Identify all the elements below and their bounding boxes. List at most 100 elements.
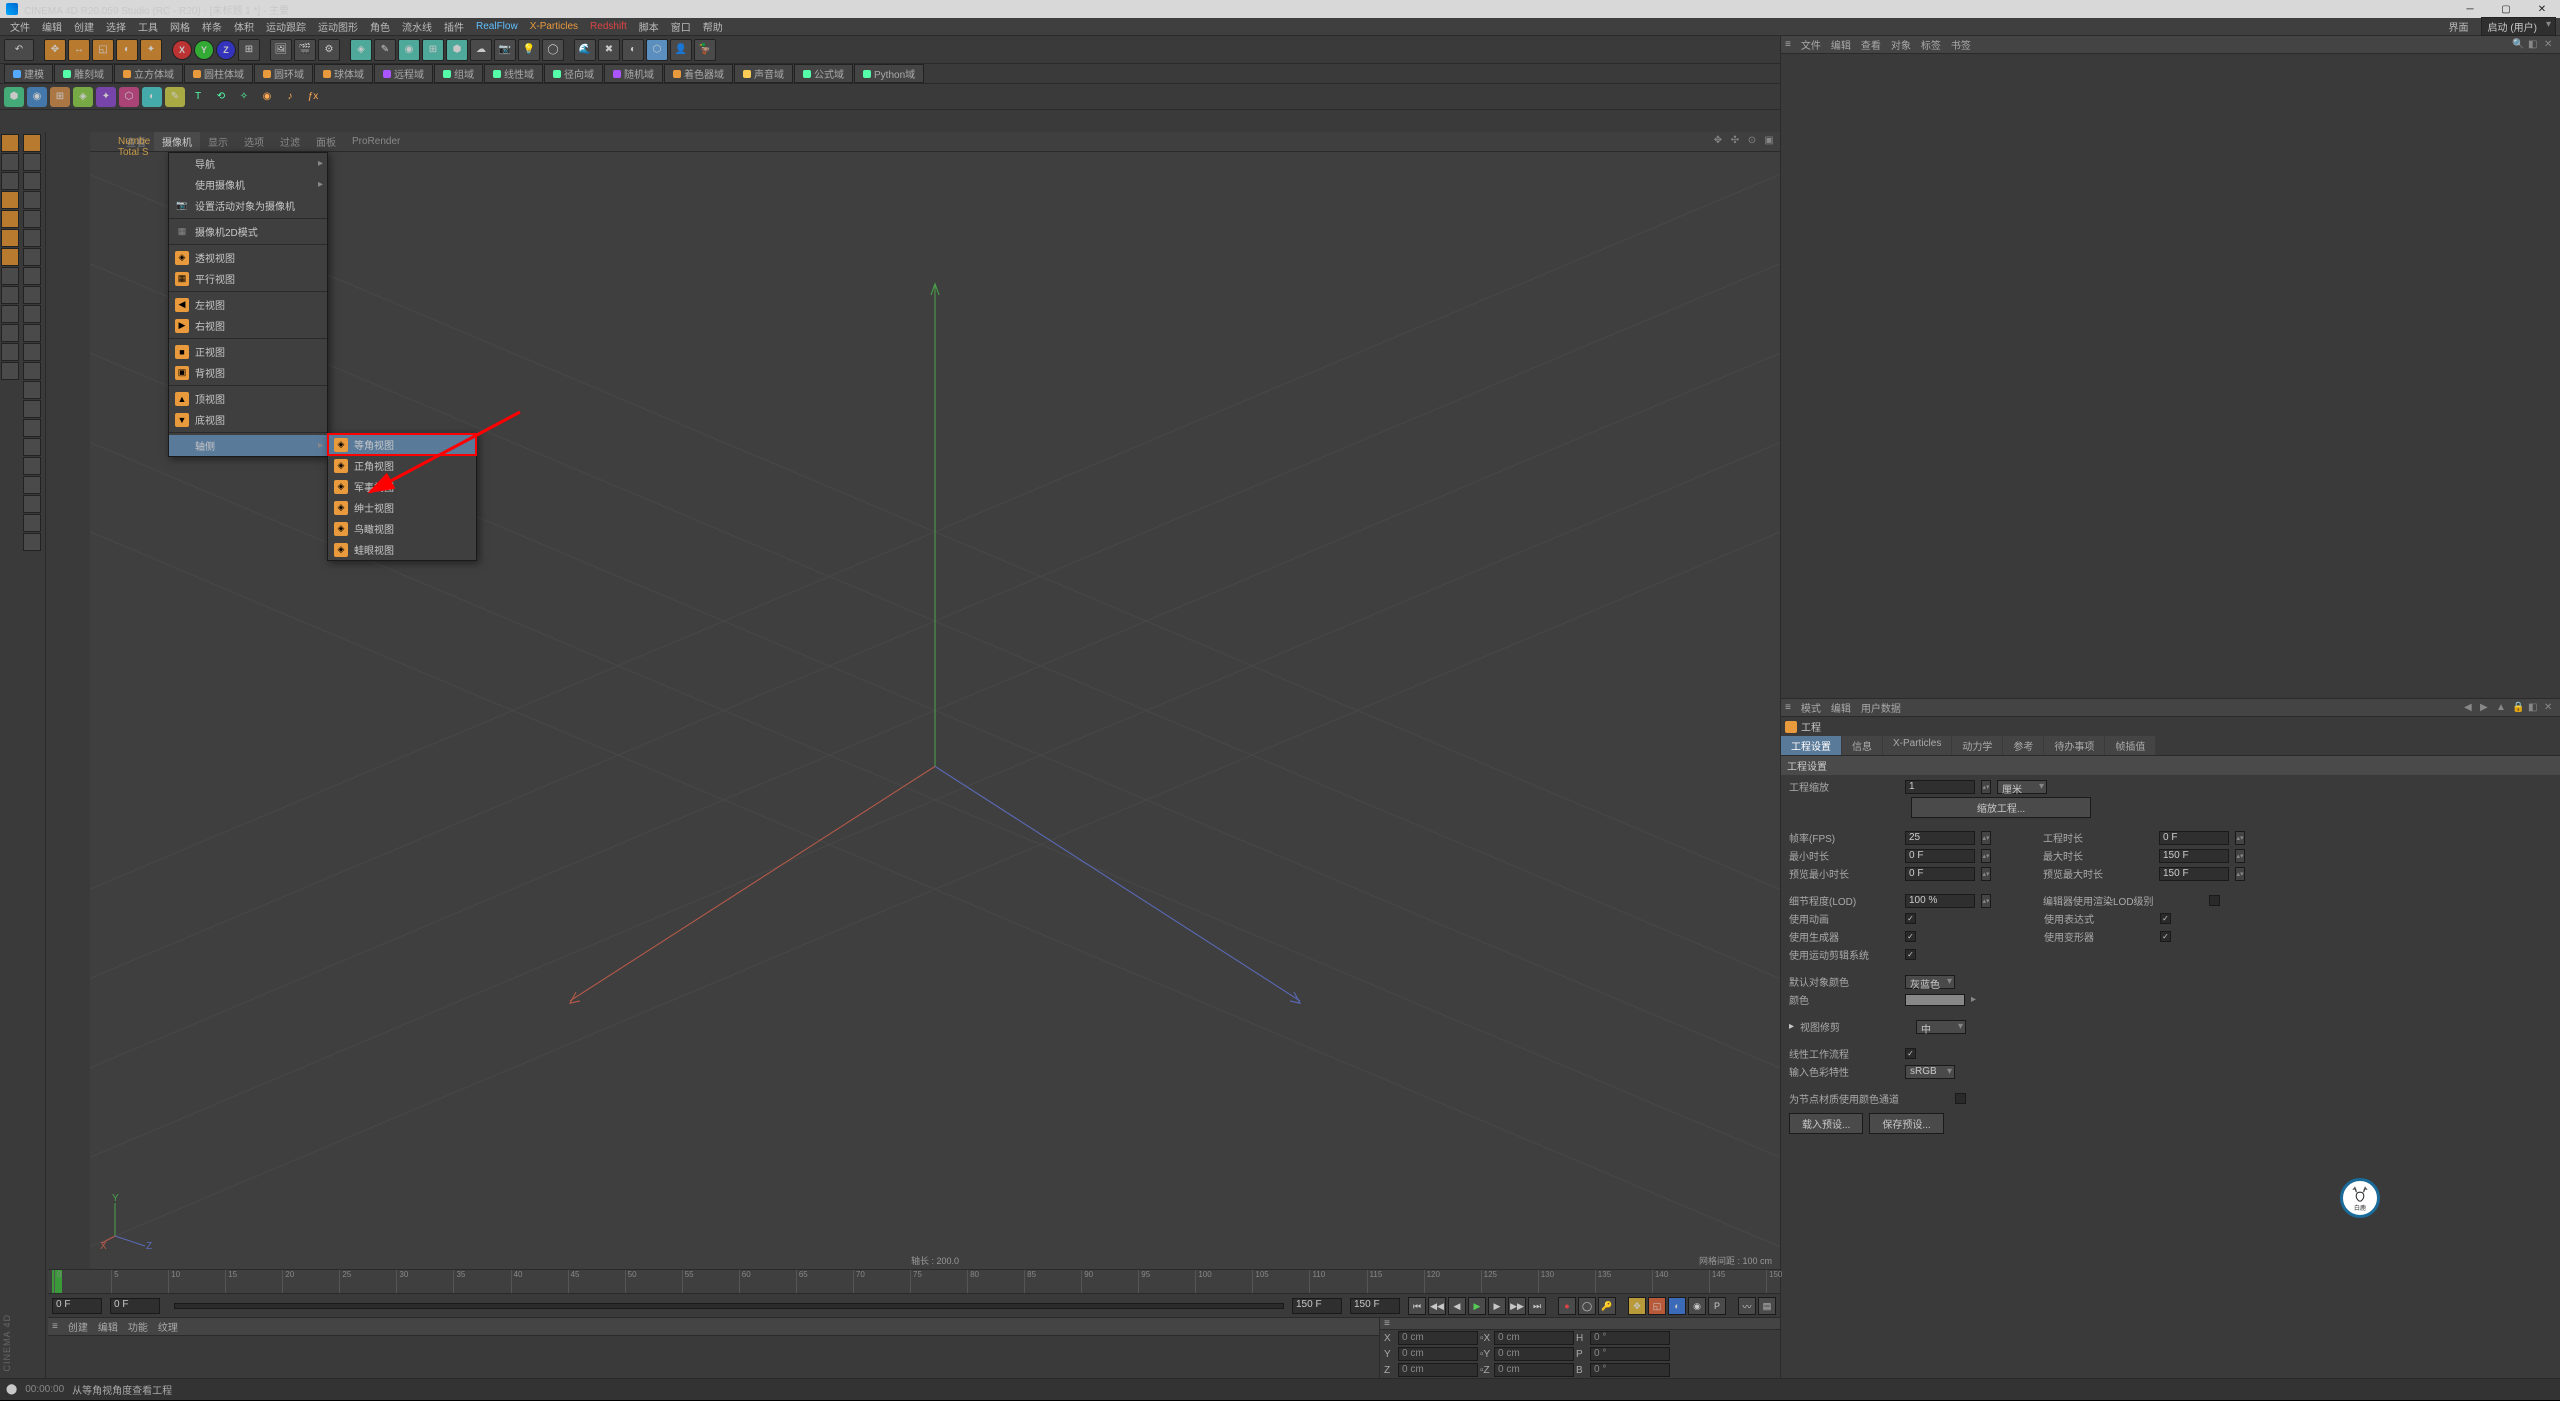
attr-unit-dd[interactable]: 厘米 xyxy=(1997,780,2047,794)
tl-prev-frame[interactable]: ◀ xyxy=(1448,1297,1466,1315)
shelf-icon[interactable]: ⬢ xyxy=(4,87,24,107)
poly-mode[interactable] xyxy=(1,229,19,247)
attr-close-icon[interactable]: ✕ xyxy=(2544,702,2556,714)
shelf-tab[interactable]: 圆环域 xyxy=(254,64,313,83)
camera-menu-axon[interactable]: 轴侧▸ ◈等角视图 ◈正角视图 ◈军事视图 ◈绅士视图 ◈鸟瞰视图 ◈蛙眼视图 xyxy=(169,435,327,456)
shelf-tab[interactable]: 线性域 xyxy=(484,64,543,83)
coord-z-size[interactable]: 0 cm xyxy=(1494,1363,1574,1377)
undo-button[interactable]: ↶ xyxy=(4,39,34,61)
tool-side-18[interactable] xyxy=(23,457,41,475)
tl-rot-key[interactable]: ◐ xyxy=(1668,1297,1686,1315)
camera-menu-bottom[interactable]: ▼底视图 xyxy=(169,409,327,430)
shelf-icon[interactable]: ♪ xyxy=(280,87,300,107)
render-settings[interactable]: ⚙ xyxy=(318,39,340,61)
spin-icon[interactable]: ▴▾ xyxy=(2235,831,2245,845)
attr-check-node[interactable] xyxy=(1955,1093,1966,1104)
tl-scale-key[interactable]: ◱ xyxy=(1648,1297,1666,1315)
shelf-tab[interactable]: Python域 xyxy=(854,64,924,83)
spin-icon[interactable]: ▴▾ xyxy=(1981,894,1991,908)
shelf-icon[interactable]: ⟲ xyxy=(211,87,231,107)
attr-tab[interactable]: 待办事项 xyxy=(2044,736,2104,755)
attr-check-expr[interactable]: ✓ xyxy=(2160,913,2171,924)
menu-选择[interactable]: 选择 xyxy=(100,17,132,36)
mat-menu[interactable]: 功能 xyxy=(128,1319,148,1334)
tool-side-17[interactable] xyxy=(23,438,41,456)
add-array[interactable]: ⊞ xyxy=(422,39,444,61)
menu-运动跟踪[interactable]: 运动跟踪 xyxy=(260,17,312,36)
tool-2[interactable] xyxy=(1,286,19,304)
tl-end2-field[interactable]: 150 F xyxy=(1350,1298,1400,1314)
unknown-icon[interactable]: 🦆 xyxy=(694,39,716,61)
shelf-icon[interactable]: ✦ xyxy=(96,87,116,107)
model-mode[interactable] xyxy=(1,134,19,152)
tool-side-21[interactable] xyxy=(23,514,41,532)
camera-menu-2dmode[interactable]: ▦摄像机2D模式 xyxy=(169,221,327,242)
shelf-icon[interactable]: ⬡ xyxy=(119,87,139,107)
add-subdivision[interactable]: ◉ xyxy=(398,39,420,61)
shelf-tab[interactable]: 公式域 xyxy=(794,64,853,83)
menu-窗口[interactable]: 窗口 xyxy=(665,17,697,36)
tl-fcurve[interactable]: 〰 xyxy=(1738,1297,1756,1315)
tool-1[interactable] xyxy=(1,267,19,285)
tool-side-14[interactable] xyxy=(23,381,41,399)
coord-system[interactable]: ⊞ xyxy=(238,39,260,61)
attr-tab[interactable]: 信息 xyxy=(1842,736,1882,755)
tl-goto-start[interactable]: ⏮ xyxy=(1408,1297,1426,1315)
shelf-icon[interactable]: ⊞ xyxy=(50,87,70,107)
load-preset-button[interactable]: 载入预设... xyxy=(1789,1113,1863,1134)
tl-range-slider[interactable] xyxy=(174,1303,1284,1309)
workplane-toggle[interactable] xyxy=(1,324,19,342)
search-icon[interactable]: 🔍 xyxy=(2512,39,2524,51)
viewport-perspective[interactable]: Y Z X 轴长 : 200.0 网格间距 : 100 cm xyxy=(90,152,1780,1269)
menu-Redshift[interactable]: Redshift xyxy=(584,19,633,34)
color-swatch[interactable] xyxy=(1905,994,1965,1006)
attr-dd-defcol[interactable]: 灰蓝色 xyxy=(1905,975,1955,989)
vp-menu-panel[interactable]: 面板 xyxy=(308,132,344,151)
cv-icon[interactable]: 👤 xyxy=(670,39,692,61)
attr-check-lodr[interactable] xyxy=(2209,895,2220,906)
menu-插件[interactable]: 插件 xyxy=(438,17,470,36)
camera-menu-right[interactable]: ▶右视图 xyxy=(169,315,327,336)
attr-up-icon[interactable]: ▲ xyxy=(2496,702,2508,714)
vp-corner-icon[interactable] xyxy=(92,134,108,150)
attr-field-fps[interactable]: 25 xyxy=(1905,831,1975,845)
y-axis-lock[interactable]: Y xyxy=(194,40,214,60)
quantize-toggle[interactable] xyxy=(1,343,19,361)
vp-menu-options[interactable]: 选项 xyxy=(236,132,272,151)
shelf-tab[interactable]: 声音域 xyxy=(734,64,793,83)
shelf-tab[interactable]: 着色器域 xyxy=(664,64,733,83)
camera-menu-parallel[interactable]: ▦平行视图 xyxy=(169,268,327,289)
workplane-mode[interactable] xyxy=(1,172,19,190)
menu-样条[interactable]: 样条 xyxy=(196,17,228,36)
xp-icon[interactable]: ✖ xyxy=(598,39,620,61)
snap-toggle[interactable] xyxy=(1,305,19,323)
attr-check-gen[interactable]: ✓ xyxy=(1905,931,1916,942)
spin-icon[interactable]: ▴▾ xyxy=(2235,867,2245,881)
coord-y-pos[interactable]: 0 cm xyxy=(1398,1347,1478,1361)
filter-icon[interactable]: ◧ xyxy=(2528,39,2540,51)
menu-运动图形[interactable]: 运动图形 xyxy=(312,17,364,36)
camera-menu-persp[interactable]: ◈透视视图 xyxy=(169,247,327,268)
shelf-tab[interactable]: 球体域 xyxy=(314,64,373,83)
objmgr-menu[interactable]: 查看 xyxy=(1861,37,1881,52)
menu-体积[interactable]: 体积 xyxy=(228,17,260,36)
render-picture-viewer[interactable]: 🎬 xyxy=(294,39,316,61)
realflow-icon[interactable]: 🌊 xyxy=(574,39,596,61)
camera-menu-use[interactable]: 使用摄像机▸ xyxy=(169,174,327,195)
add-light[interactable]: 💡 xyxy=(518,39,540,61)
attr-menu[interactable]: 编辑 xyxy=(1831,700,1851,715)
attr-menu[interactable]: 用户数据 xyxy=(1861,700,1901,715)
attr-check-def[interactable]: ✓ xyxy=(2160,931,2171,942)
attr-tab[interactable]: X-Particles xyxy=(1883,736,1951,755)
tool-side-12[interactable] xyxy=(23,343,41,361)
shelf-tab[interactable]: 雕刻域 xyxy=(54,64,113,83)
shelf-tab[interactable]: 随机域 xyxy=(604,64,663,83)
window-minimize[interactable]: ─ xyxy=(2452,0,2488,18)
objmgr-menu[interactable]: 文件 xyxy=(1801,37,1821,52)
tl-autokey[interactable]: ◯ xyxy=(1578,1297,1596,1315)
lasso-tool-side[interactable] xyxy=(23,172,41,190)
axon-bird[interactable]: ◈鸟瞰视图 xyxy=(328,518,476,539)
shelf-tab[interactable]: 建模 xyxy=(4,64,53,83)
rotate-tool[interactable]: ◐ xyxy=(116,39,138,61)
shelf-tab[interactable]: 立方体域 xyxy=(114,64,183,83)
